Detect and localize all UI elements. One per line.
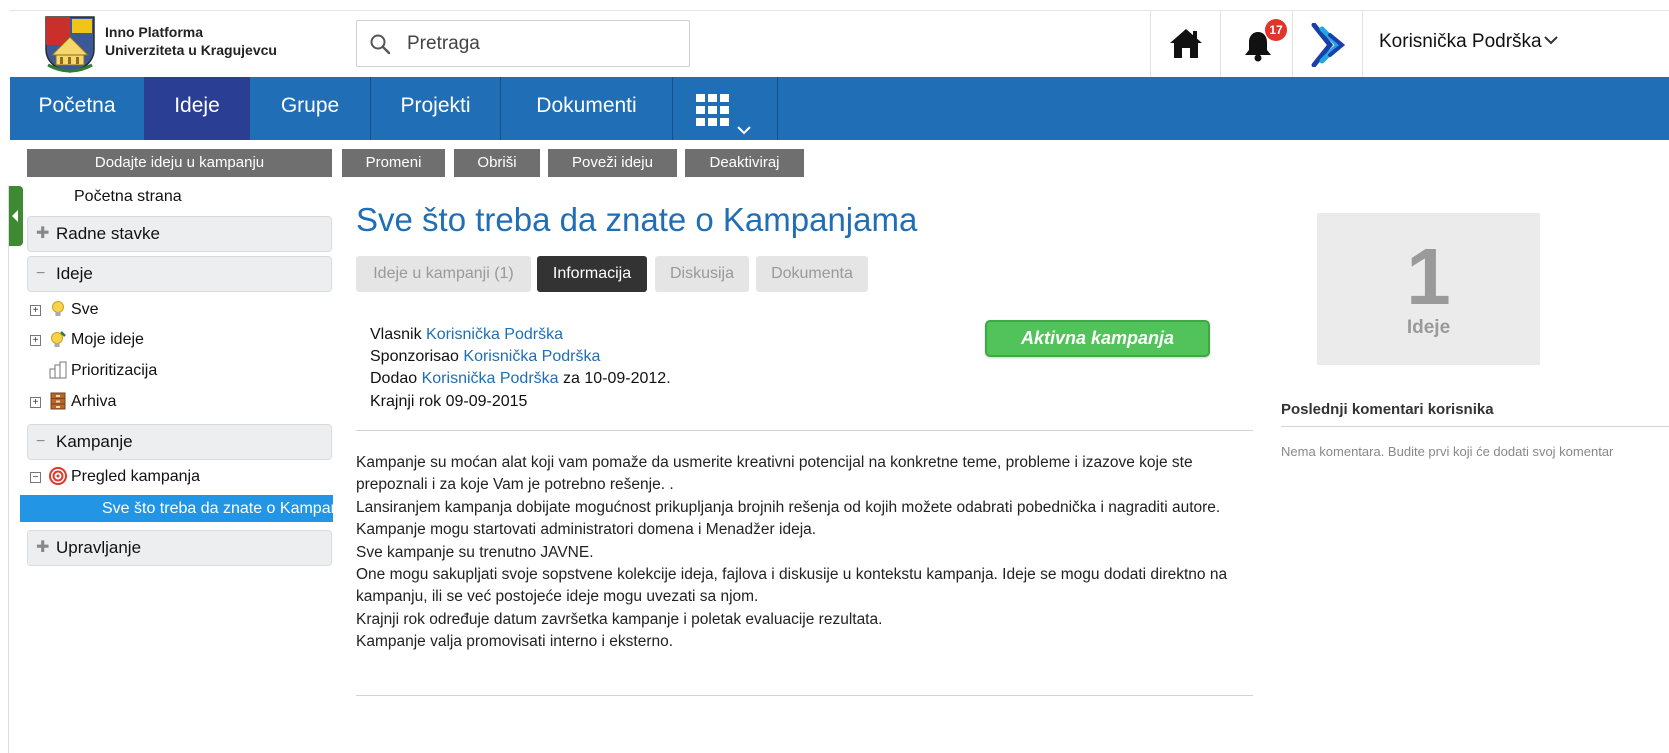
recent-comments-title: Poslednji komentari korisnika xyxy=(1281,401,1494,418)
brand-link[interactable] xyxy=(1292,11,1362,78)
added-row: Dodao Korisnička Podrška za 10-09-2012. xyxy=(370,370,671,388)
description-paragraph: One mogu sakupljati svoje sopstvene kole… xyxy=(356,566,1228,606)
university-logo-icon[interactable] xyxy=(44,15,96,73)
expand-icon[interactable]: + xyxy=(30,397,41,408)
item-label: Pregled kampanja xyxy=(71,468,200,485)
deadline: Krajnji rok 09-09-2015 xyxy=(370,393,528,410)
ideas-count-value: 1 xyxy=(1406,232,1451,321)
archive-cabinet-icon xyxy=(49,392,67,410)
sidebar-item-pregled-kampanja[interactable]: − Pregled kampanja xyxy=(30,465,200,489)
section-label: Upravljanje xyxy=(56,538,142,557)
sidebar-section-work-items[interactable]: ✚ Radne stavke xyxy=(27,216,332,252)
plus-icon: ✚ xyxy=(36,539,50,556)
sidebar-section-campaigns[interactable]: − Kampanje xyxy=(27,424,332,460)
home-icon xyxy=(1168,26,1204,65)
edit-button[interactable]: Promeni xyxy=(342,149,445,177)
user-name: Korisnička Podrška xyxy=(1379,31,1542,52)
ideas-count-label: Ideje xyxy=(1406,317,1451,338)
added-date: za 10-09-2012. xyxy=(563,370,671,387)
section-label: Kampanje xyxy=(56,432,133,451)
logo-line-2: Univerziteta u Kragujevcu xyxy=(105,42,277,58)
item-label: Moje ideje xyxy=(71,331,144,348)
target-icon xyxy=(49,467,67,485)
sidebar-section-management[interactable]: ✚ Upravljanje xyxy=(27,530,332,566)
no-comments-message: Nema komentara. Budite prvi koji će doda… xyxy=(1281,444,1614,459)
search-icon xyxy=(369,33,391,60)
deactivate-button[interactable]: Deaktiviraj xyxy=(685,149,804,177)
logo-text: Inno Platforma Univerziteta u Kragujevcu xyxy=(105,23,277,59)
tab-ideas-in-campaign[interactable]: Ideje u kampanji (1) xyxy=(356,256,531,292)
description-paragraph: Kampanje su moćan alat koji vam pomaže d… xyxy=(356,454,1193,494)
description-paragraph: Sve kampanje su trenutno JAVNE. xyxy=(356,543,594,561)
owner-link[interactable]: Korisnička Podrška xyxy=(426,326,563,343)
delete-button[interactable]: Obriši xyxy=(454,149,540,177)
item-label: Prioritizacija xyxy=(71,362,158,379)
expand-icon[interactable]: + xyxy=(30,305,41,316)
lightbulb-pencil-icon xyxy=(49,330,67,348)
sidebar-item-arhiva[interactable]: + Arhiva xyxy=(30,390,116,414)
section-label: Ideje xyxy=(56,264,93,283)
campaign-description: Kampanje su moćan alat koji vam pomaže d… xyxy=(356,452,1251,654)
description-paragraph: Krajnji rok određuje datum završetka kam… xyxy=(356,610,883,628)
divider xyxy=(356,430,1253,431)
nav-divider xyxy=(777,77,778,140)
search-box[interactable] xyxy=(356,20,690,67)
nav-ideje[interactable]: Ideje xyxy=(144,77,250,140)
search-input[interactable] xyxy=(407,29,677,59)
minus-icon: − xyxy=(36,433,46,450)
ranking-icon xyxy=(49,361,67,379)
tab-information[interactable]: Informacija xyxy=(537,256,647,292)
divider xyxy=(1281,426,1669,427)
tab-discussion[interactable]: Diskusija xyxy=(655,256,749,292)
owner-row: Vlasnik Korisnička Podrška xyxy=(370,326,563,344)
grid-icon xyxy=(696,93,730,150)
notification-badge: 17 xyxy=(1265,19,1287,41)
lightbulb-icon xyxy=(49,300,67,318)
page-title: Sve što treba da znate o Kampanjama xyxy=(356,201,918,238)
added-label: Dodao xyxy=(370,370,418,387)
expand-icon[interactable]: + xyxy=(30,335,41,346)
notifications-button[interactable]: 17 xyxy=(1220,11,1292,78)
section-label: Radne stavke xyxy=(56,224,160,243)
tab-documents[interactable]: Dokumenta xyxy=(756,256,868,292)
nav-dokumenti[interactable]: Dokumenti xyxy=(501,77,672,140)
add-idea-to-campaign-button[interactable]: Dodajte ideju u kampanju xyxy=(27,149,332,177)
home-button[interactable] xyxy=(1150,11,1220,78)
owner-label: Vlasnik xyxy=(370,326,422,343)
sidebar-item-prioritizacija[interactable]: Prioritizacija xyxy=(49,359,157,383)
description-paragraph: Lansiranjem kampanja dobijate mogućnost … xyxy=(356,498,1221,516)
status-badge: Aktivna kampanja xyxy=(985,320,1210,357)
sponsor-label: Sponzorisao xyxy=(370,348,459,365)
nav-apps-menu[interactable] xyxy=(673,77,777,140)
nav-grupe[interactable]: Grupe xyxy=(250,77,370,140)
nav-pocetna[interactable]: Početna xyxy=(10,77,144,140)
sidebar-home-link[interactable]: Početna strana xyxy=(74,188,182,206)
nav-projekti[interactable]: Projekti xyxy=(371,77,500,140)
user-menu[interactable]: Korisnička Podrška xyxy=(1362,11,1669,78)
sidebar-item-sve[interactable]: + Sve xyxy=(30,298,99,322)
sponsor-link[interactable]: Korisnička Podrška xyxy=(463,348,600,365)
main-nav: Početna Ideje Grupe Projekti Dokumenti xyxy=(10,77,1669,140)
sidebar-item-moje-ideje[interactable]: + Moje ideje xyxy=(30,328,144,352)
collapse-icon[interactable]: − xyxy=(30,472,41,483)
chevron-down-icon xyxy=(1543,33,1559,51)
logo-line-1: Inno Platforma xyxy=(105,24,204,40)
ideas-count-card[interactable]: 1 Ideje xyxy=(1317,213,1540,365)
item-label: Sve xyxy=(71,301,99,318)
header: Inno Platforma Univerziteta u Kragujevcu… xyxy=(10,10,1669,78)
sidebar-section-ideas[interactable]: − Ideje xyxy=(27,256,332,292)
sidebar-item-selected-campaign[interactable]: Sve što treba da znate o Kampanjama xyxy=(20,495,333,522)
link-idea-button[interactable]: Poveži ideju xyxy=(548,149,677,177)
description-paragraph: Kampanje valja promovisati interno i eks… xyxy=(356,633,674,651)
item-label: Arhiva xyxy=(71,393,117,410)
left-divider xyxy=(8,186,9,753)
sidebar-collapse-toggle[interactable] xyxy=(9,186,23,246)
added-by-link[interactable]: Korisnička Podrška xyxy=(422,370,559,387)
description-paragraph: Kampanje mogu startovati administratori … xyxy=(356,521,817,539)
brand-logo-icon xyxy=(1310,22,1346,72)
plus-icon: ✚ xyxy=(36,225,50,242)
sponsor-row: Sponzorisao Korisnička Podrška xyxy=(370,348,600,366)
divider xyxy=(356,695,1253,696)
minus-icon: − xyxy=(36,265,46,282)
